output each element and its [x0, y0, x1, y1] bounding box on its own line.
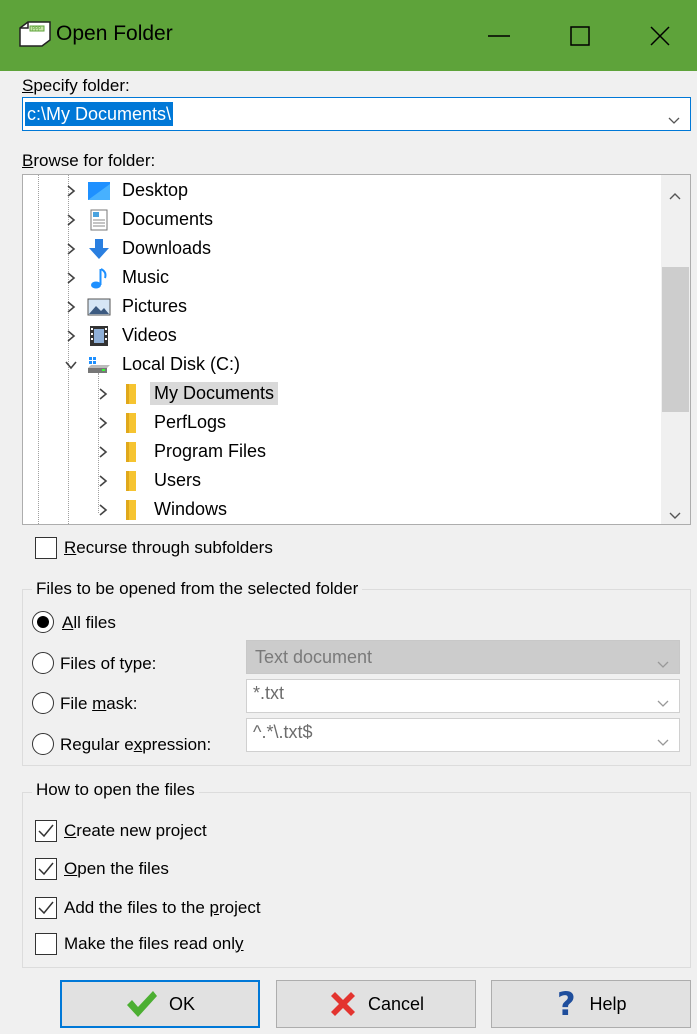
all-files-radio[interactable] — [32, 611, 54, 633]
scroll-up-icon[interactable] — [669, 185, 681, 205]
pictures-icon — [87, 296, 111, 318]
chevron-right-icon[interactable] — [63, 270, 79, 286]
chevron-down-icon[interactable] — [668, 110, 680, 130]
specify-folder-value[interactable]: c:\My Documents\ — [25, 102, 174, 126]
videos-icon — [87, 325, 111, 347]
folder-icon — [119, 441, 143, 463]
help-question-icon: ? — [555, 988, 579, 1020]
help-button[interactable]: ? Help — [491, 980, 691, 1028]
read-only-label[interactable]: Make the files read only — [64, 934, 244, 954]
tree-item-documents[interactable]: Documents — [63, 205, 217, 234]
open-files-label[interactable]: Open the files — [64, 859, 169, 879]
ok-button[interactable]: OK — [60, 980, 260, 1028]
regex-combo[interactable]: ^.*\.txt$ — [246, 718, 680, 752]
files-group-title: Files to be opened from the selected fol… — [32, 579, 363, 599]
chevron-right-icon[interactable] — [63, 328, 79, 344]
files-of-type-label[interactable]: Files of type: — [60, 654, 156, 674]
svg-text:?: ? — [557, 988, 576, 1020]
checkmark-icon — [38, 824, 54, 838]
chevron-right-icon[interactable] — [95, 473, 111, 489]
tree-item-pictures[interactable]: Pictures — [63, 292, 191, 321]
folder-icon — [119, 470, 143, 492]
chevron-right-icon[interactable] — [95, 444, 111, 460]
files-of-type-radio[interactable] — [32, 652, 54, 674]
window-title: Open Folder — [56, 22, 173, 45]
folder-icon — [119, 383, 143, 405]
close-button[interactable] — [620, 0, 697, 71]
svg-text:PPP: PPP — [32, 27, 41, 33]
tree-item-perflogs[interactable]: PerfLogs — [95, 408, 230, 437]
chevron-right-icon[interactable] — [63, 299, 79, 315]
open-files-checkbox[interactable] — [35, 858, 57, 880]
drive-icon — [87, 354, 111, 376]
app-icon: PPP — [18, 20, 52, 48]
folder-icon — [119, 412, 143, 434]
chevron-right-icon[interactable] — [95, 415, 111, 431]
browse-folder-label: Browse for folder: — [22, 151, 156, 170]
read-only-checkbox[interactable] — [35, 933, 57, 955]
chevron-down-icon[interactable] — [657, 693, 669, 713]
maximize-icon — [570, 25, 590, 46]
title-bar: PPP Open Folder — [0, 0, 697, 71]
how-group-title: How to open the files — [32, 780, 199, 800]
minimize-button[interactable] — [459, 0, 539, 71]
checkmark-icon — [125, 989, 159, 1019]
cancel-x-icon — [328, 989, 358, 1019]
minimize-icon — [488, 34, 510, 37]
tree-item-program-files[interactable]: Program Files — [95, 437, 270, 466]
folder-icon — [119, 499, 143, 521]
regex-radio[interactable] — [32, 733, 54, 755]
scroll-thumb[interactable] — [662, 267, 689, 412]
checkmark-icon — [38, 901, 54, 915]
specify-folder-label: Specify folder: — [22, 76, 130, 95]
file-mask-label[interactable]: File mask: — [60, 694, 137, 714]
create-project-checkbox[interactable] — [35, 820, 57, 842]
tree-item-local-disk[interactable]: Local Disk (C:) — [63, 350, 244, 379]
cancel-button[interactable]: Cancel — [276, 980, 476, 1028]
file-mask-combo[interactable]: *.txt — [246, 679, 680, 713]
chevron-down-icon[interactable] — [657, 732, 669, 752]
regex-label[interactable]: Regular expression: — [60, 735, 211, 755]
scroll-down-icon[interactable] — [669, 505, 681, 525]
add-files-checkbox[interactable] — [35, 897, 57, 919]
chevron-right-icon[interactable] — [63, 183, 79, 199]
maximize-button[interactable] — [540, 0, 620, 71]
recurse-label[interactable]: Recurse through subfolders — [64, 538, 273, 558]
tree-item-videos[interactable]: Videos — [63, 321, 181, 350]
file-mask-radio[interactable] — [32, 692, 54, 714]
checkmark-icon — [38, 862, 54, 876]
chevron-right-icon[interactable] — [95, 502, 111, 518]
folder-tree[interactable]: Desktop Documents Downloads Music Pictur… — [22, 174, 691, 525]
recurse-checkbox[interactable] — [35, 537, 57, 559]
chevron-right-icon[interactable] — [63, 241, 79, 257]
desktop-icon — [87, 180, 111, 202]
files-of-type-combo: Text document — [246, 640, 680, 674]
close-icon — [650, 25, 670, 46]
downloads-icon — [87, 238, 111, 260]
documents-icon — [87, 209, 111, 231]
tree-item-desktop[interactable]: Desktop — [63, 176, 192, 205]
tree-item-downloads[interactable]: Downloads — [63, 234, 215, 263]
chevron-down-icon[interactable] — [63, 357, 79, 373]
tree-item-windows[interactable]: Windows — [95, 495, 231, 524]
music-icon — [87, 267, 111, 289]
all-files-label[interactable]: All files — [62, 613, 116, 633]
tree-item-my-documents[interactable]: My Documents — [95, 379, 279, 408]
create-project-label[interactable]: Create new project — [64, 821, 207, 841]
chevron-right-icon[interactable] — [95, 386, 111, 402]
tree-item-users[interactable]: Users — [95, 466, 205, 495]
tree-item-music[interactable]: Music — [63, 263, 173, 292]
chevron-down-icon — [657, 654, 669, 674]
specify-folder-combo[interactable]: c:\My Documents\ — [22, 97, 691, 131]
add-files-label[interactable]: Add the files to the project — [64, 898, 261, 918]
chevron-right-icon[interactable] — [63, 212, 79, 228]
tree-scrollbar[interactable] — [661, 175, 690, 524]
